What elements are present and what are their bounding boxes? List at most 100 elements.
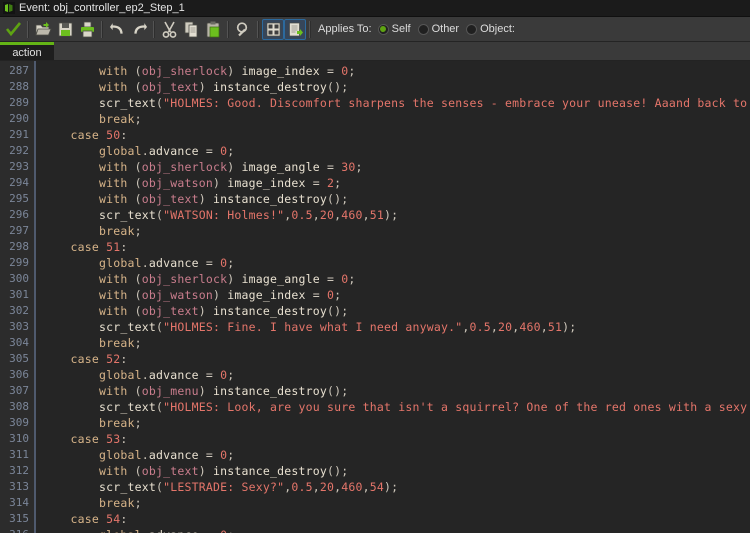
code-line[interactable]: break; (42, 495, 750, 511)
tab-strip: action (0, 42, 750, 61)
code-token: advance (148, 256, 199, 270)
code-line[interactable]: with (obj_text) instance_destroy(); (42, 191, 750, 207)
toolbar-separator (27, 20, 29, 38)
code-token: 20 (497, 320, 513, 334)
line-number: 308 (9, 400, 29, 413)
applies-to-self-radio[interactable]: Self (377, 23, 411, 35)
applies-to-object-radio[interactable]: Object: (466, 23, 515, 35)
code-line[interactable]: scr_text("HOLMES: Fine. I have what I ne… (42, 319, 750, 335)
applies-to-group: Applies To: Self Other Object: (318, 23, 522, 35)
toolbar-separator (309, 20, 311, 38)
line-number: 303 (9, 320, 29, 333)
copy-button[interactable] (180, 19, 202, 40)
code-line[interactable]: scr_text("WATSON: Holmes!",0.5,20,460,51… (42, 207, 750, 223)
redo-button[interactable] (128, 19, 150, 40)
line-number: 305 (9, 352, 29, 365)
line-number: 287 (9, 64, 29, 77)
code-token: advance (148, 144, 199, 158)
code-token: case (70, 240, 99, 254)
code-token: : (120, 512, 128, 526)
code-line[interactable]: with (obj_watson) image_index = 2; (42, 175, 750, 191)
code-line[interactable]: with (obj_text) instance_destroy(); (42, 303, 750, 319)
code-token: ); (383, 208, 399, 222)
paste-button[interactable] (202, 19, 224, 40)
code-line[interactable]: with (obj_sherlock) image_angle = 0; (42, 271, 750, 287)
print-button[interactable] (76, 19, 98, 40)
code-token: ) (198, 80, 213, 94)
code-line[interactable]: case 53: (42, 431, 750, 447)
code-token: ) (213, 176, 228, 190)
show-resources-button[interactable] (262, 18, 284, 40)
code-token: ( (127, 464, 142, 478)
code-line[interactable]: with (obj_watson) image_index = 0; (42, 287, 750, 303)
code-line[interactable]: with (obj_text) instance_destroy(); (42, 79, 750, 95)
code-token: ; (334, 288, 342, 302)
code-content[interactable]: with (obj_sherlock) image_index = 0; wit… (36, 61, 750, 533)
open-button[interactable] (32, 19, 54, 40)
code-line[interactable]: case 52: (42, 351, 750, 367)
code-line[interactable]: global.advance = 0; (42, 143, 750, 159)
code-line[interactable]: with (obj_sherlock) image_angle = 30; (42, 159, 750, 175)
code-line[interactable]: case 50: (42, 127, 750, 143)
code-token: obj_text (141, 192, 199, 206)
auto-complete-button[interactable] (284, 18, 306, 40)
line-number: 312 (9, 464, 29, 477)
code-line[interactable]: case 51: (42, 239, 750, 255)
code-token: (); (326, 384, 349, 398)
code-token: case (70, 432, 99, 446)
code-line[interactable]: break; (42, 223, 750, 239)
code-editor[interactable]: 287 288 289 290 291 292 293 294 295 296 297 298 299 3… (0, 61, 750, 533)
toolbar: Applies To: Self Other Object: (0, 17, 750, 42)
object-select[interactable] (523, 21, 748, 37)
tab-action[interactable]: action (0, 42, 54, 60)
code-line[interactable]: scr_text("HOLMES: Good. Discomfort sharp… (42, 95, 750, 111)
code-token: = (319, 160, 342, 174)
code-token: (); (326, 192, 349, 206)
code-line[interactable]: break; (42, 415, 750, 431)
code-token: : (120, 240, 128, 254)
code-token: obj_sherlock (141, 272, 228, 286)
code-token: 51 (547, 320, 563, 334)
code-token: ) (227, 64, 242, 78)
code-token: 0.5 (291, 480, 313, 494)
code-line[interactable]: global.advance = 0; (42, 367, 750, 383)
applies-to-other-radio[interactable]: Other (417, 23, 459, 35)
line-number: 288 (9, 80, 29, 93)
toolbar-separator (101, 20, 103, 38)
code-line[interactable]: scr_text("HOLMES: Look, are you sure tha… (42, 399, 750, 415)
code-token: , (312, 208, 320, 222)
confirm-check-button[interactable] (2, 19, 24, 40)
line-number: 316 (0, 527, 34, 533)
code-token: : (120, 128, 128, 142)
code-line[interactable]: case 54: (42, 511, 750, 527)
line-number: 298 (9, 240, 29, 253)
code-token: 50 (106, 128, 121, 142)
code-token: , (540, 320, 548, 334)
code-token: ; (134, 224, 142, 238)
line-number: 301 (9, 288, 29, 301)
code-line[interactable]: with (obj_text) instance_destroy(); (42, 463, 750, 479)
code-line[interactable]: break; (42, 335, 750, 351)
code-line[interactable]: global.advance = 0; (42, 255, 750, 271)
code-line[interactable]: with (obj_menu) instance_destroy(); (42, 383, 750, 399)
undo-button[interactable] (106, 19, 128, 40)
cut-button[interactable] (158, 19, 180, 40)
code-line[interactable]: break; (42, 111, 750, 127)
save-button[interactable] (54, 19, 76, 40)
code-line[interactable]: global.advance = 0; (42, 527, 750, 533)
code-token: case (70, 512, 99, 526)
code-line[interactable]: global.advance = 0; (42, 447, 750, 463)
code-token: image_index (241, 64, 320, 78)
code-token: ; (134, 416, 142, 430)
find-button[interactable] (232, 19, 254, 40)
code-line[interactable]: with (obj_sherlock) image_index = 0; (42, 63, 750, 79)
code-token: with (99, 464, 128, 478)
code-line[interactable]: scr_text("LESTRADE: Sexy?",0.5,20,460,54… (42, 479, 750, 495)
code-token: obj_text (141, 80, 199, 94)
